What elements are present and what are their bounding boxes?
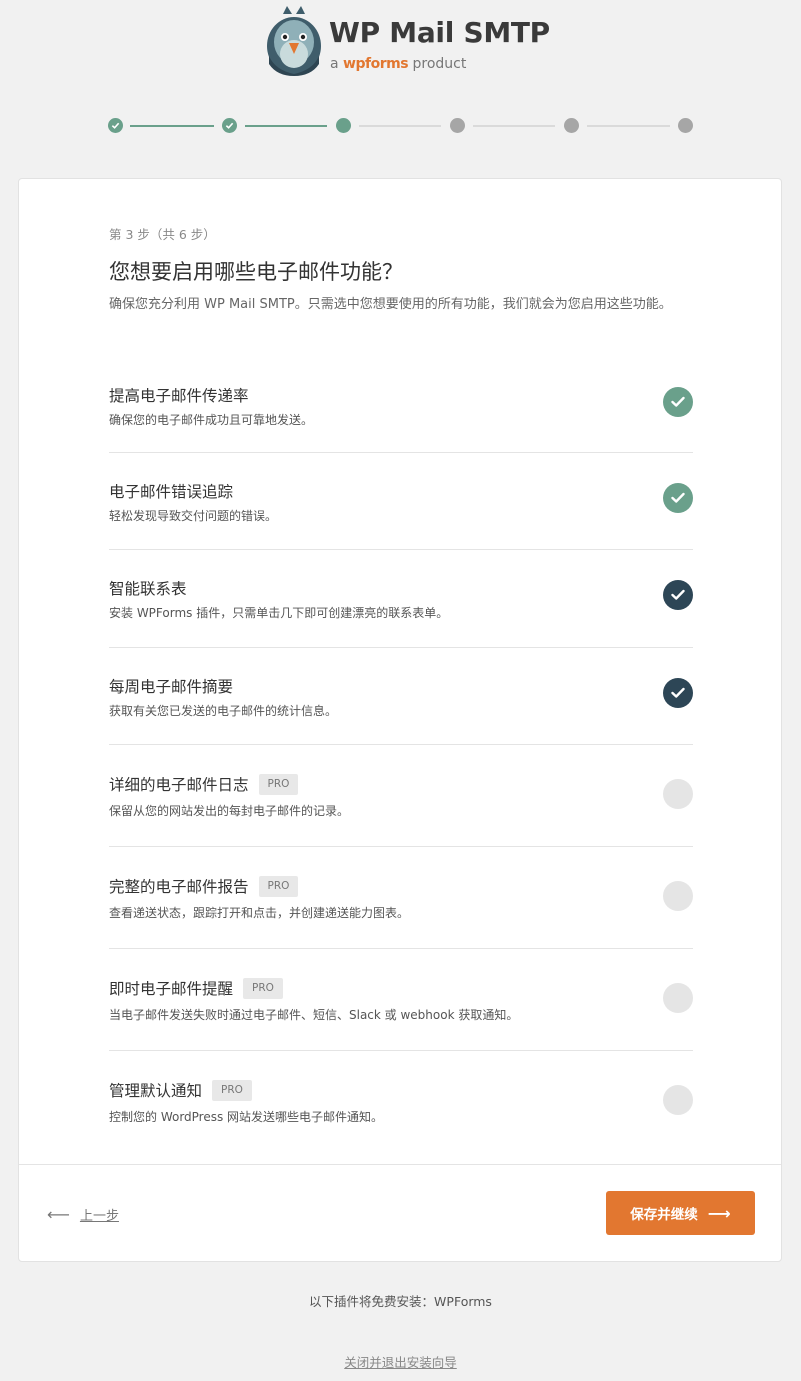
feature-checkbox[interactable] (663, 580, 693, 610)
pro-badge: PRO (258, 875, 299, 897)
intro-text: 确保您充分利用 WP Mail SMTP。只需选中您想要使用的所有功能，我们就会… (109, 297, 672, 312)
feature-title: 详细的电子邮件日志 PRO (109, 773, 299, 795)
feature-description: 确保您的电子邮件成功且可靠地发送。 (109, 413, 314, 427)
feature-row[interactable]: 即时电子邮件提醒 PRO 当电子邮件发送失败时通过电子邮件、短信、Slack 或 w… (109, 949, 693, 1051)
feature-description: 查看递送状态，跟踪打开和点击，并创建递送能力图表。 (109, 906, 410, 920)
step-connector (359, 125, 441, 127)
wizard-card: 第 3 步（共 6 步） 您想要启用哪些电子邮件功能？ 确保您充分利用 WP M… (18, 178, 782, 1262)
feature-title-text: 即时电子邮件提醒 (109, 980, 234, 998)
feature-checkbox[interactable] (663, 983, 693, 1013)
feature-description: 获取有关您已发送的电子邮件的统计信息。 (109, 704, 338, 718)
feature-title: 智能联系表 (109, 577, 187, 599)
pro-badge: PRO (212, 1079, 252, 1101)
step-connector (587, 125, 670, 127)
checkmark-icon (671, 687, 685, 698)
feature-checkbox[interactable] (663, 678, 693, 708)
feature-checkbox[interactable] (663, 483, 693, 513)
step-connector (130, 125, 214, 127)
feature-description: 当电子邮件发送失败时通过电子邮件、短信、Slack 或 webhook 获取通知… (109, 1008, 519, 1022)
feature-checkbox[interactable] (663, 779, 693, 809)
checkmark-icon (671, 589, 685, 600)
feature-row[interactable]: 电子邮件错误追踪轻松发现导致交付问题的错误。 (109, 453, 693, 550)
feature-title-text: 管理默认通知 (109, 1082, 203, 1100)
feature-checkbox[interactable] (663, 881, 693, 911)
product-name: WP Mail SMTP (329, 16, 550, 49)
feature-title-text: 智能联系表 (109, 580, 187, 598)
feature-row[interactable]: 详细的电子邮件日志 PRO 保留从您的网站发出的每封电子邮件的记录。 (109, 745, 693, 847)
step-label: 第 3 步（共 6 步） (109, 227, 216, 242)
feature-title: 每周电子邮件摘要 (109, 675, 233, 697)
step-6-dot (678, 118, 693, 133)
checkmark-icon (225, 122, 234, 129)
feature-title-text: 提高电子邮件传递率 (109, 387, 249, 405)
tagline-suffix: product (412, 56, 467, 72)
feature-checkbox[interactable] (663, 1085, 693, 1115)
feature-title: 电子邮件错误追踪 (109, 480, 233, 502)
arrow-left-icon: ⟵ (47, 1205, 70, 1224)
plugin-install-note: 以下插件将免费安装：WPForms (309, 1294, 492, 1309)
step-4-dot (450, 118, 465, 133)
back-label: 上一步 (79, 1209, 119, 1224)
feature-checkbox[interactable] (663, 387, 693, 417)
feature-title-text: 电子邮件错误追踪 (109, 483, 234, 501)
pigeon-mascot-icon (267, 6, 321, 76)
tagline-prefix: a (330, 56, 339, 72)
checkmark-icon (671, 492, 685, 503)
feature-description: 安装 WPForms 插件，只需单击几下即可创建漂亮的联系表单。 (109, 606, 449, 620)
feature-title-text: 完整的电子邮件报告 (109, 878, 249, 896)
pro-badge: PRO (258, 773, 299, 795)
feature-description: 控制您的 WordPress 网站发送哪些电子邮件通知。 (109, 1110, 384, 1124)
brand-logo: WP Mail SMTP a wpforms product (265, 6, 550, 78)
save-and-continue-button[interactable]: 保存并继续 ⟶ (606, 1191, 755, 1235)
feature-title: 即时电子邮件提醒 PRO (109, 977, 283, 999)
step-2-dot (222, 118, 237, 133)
feature-title: 管理默认通知 PRO (109, 1079, 252, 1101)
step-progress (108, 118, 693, 134)
feature-description: 保留从您的网站发出的每封电子邮件的记录。 (109, 804, 350, 818)
footer-divider (19, 1164, 781, 1165)
pro-badge: PRO (243, 977, 283, 999)
feature-title: 完整的电子邮件报告 PRO (109, 875, 299, 897)
feature-row[interactable]: 每周电子邮件摘要获取有关您已发送的电子邮件的统计信息。 (109, 648, 693, 745)
step-connector (473, 125, 555, 127)
wpforms-brand: wpforms (343, 56, 409, 72)
feature-row[interactable]: 完整的电子邮件报告 PRO 查看递送状态，跟踪打开和点击，并创建递送能力图表。 (109, 847, 693, 949)
feature-list: 提高电子邮件传递率确保您的电子邮件成功且可靠地发送。电子邮件错误追踪轻松发现导致… (109, 357, 693, 1151)
step-1-dot (108, 118, 123, 133)
product-tagline: a wpforms product (330, 56, 466, 72)
back-link[interactable]: ⟵ 上一步 (47, 1205, 119, 1224)
feature-row[interactable]: 提高电子邮件传递率确保您的电子邮件成功且可靠地发送。 (109, 357, 693, 453)
feature-title-text: 每周电子邮件摘要 (109, 678, 234, 696)
page-title: 您想要启用哪些电子邮件功能？ (109, 260, 403, 284)
checkmark-icon (671, 396, 685, 407)
checkmark-icon (111, 122, 120, 129)
step-5-dot (564, 118, 579, 133)
feature-title-text: 详细的电子邮件日志 (109, 776, 249, 794)
step-connector (245, 125, 327, 127)
step-3-dot (336, 118, 351, 133)
feature-row[interactable]: 管理默认通知 PRO 控制您的 WordPress 网站发送哪些电子邮件通知。 (109, 1051, 693, 1151)
feature-title: 提高电子邮件传递率 (109, 384, 249, 406)
exit-wizard-link[interactable]: 关闭并退出安装向导 (0, 1352, 801, 1371)
feature-row[interactable]: 智能联系表安装 WPForms 插件，只需单击几下即可创建漂亮的联系表单。 (109, 550, 693, 648)
save-button-label: 保存并继续 (630, 1207, 698, 1223)
feature-description: 轻松发现导致交付问题的错误。 (109, 509, 278, 523)
arrow-right-icon: ⟶ (707, 1203, 731, 1223)
